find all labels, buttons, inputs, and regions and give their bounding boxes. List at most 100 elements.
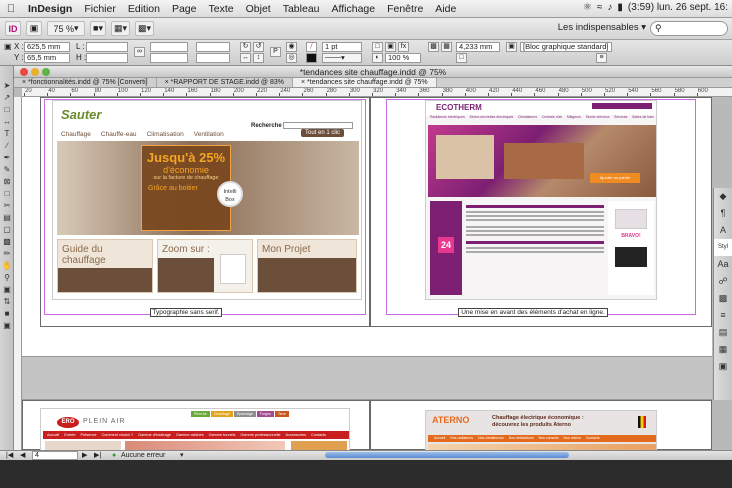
page-number-field[interactable]: 4 bbox=[32, 451, 78, 460]
flip-v-icon[interactable]: ↕ bbox=[253, 53, 264, 63]
scale-y-field[interactable] bbox=[150, 53, 188, 63]
first-page-icon[interactable]: |◀ bbox=[6, 451, 13, 460]
line-tool-icon[interactable]: ∕ bbox=[1, 140, 13, 151]
tab-rapport[interactable]: × *RAPPORT DE STAGE.indd @ 83% bbox=[157, 78, 293, 87]
plein-air-website-image[interactable]: ERO PLEIN AIR Plein Air Chauffage Épanda… bbox=[40, 408, 350, 456]
preflight-status[interactable]: Aucune erreur bbox=[121, 451, 165, 460]
flip-h-icon[interactable]: ↔ bbox=[240, 53, 251, 63]
menu-affichage[interactable]: Affichage bbox=[326, 3, 382, 15]
zoom-window-icon[interactable] bbox=[42, 68, 50, 76]
constrain-proportions-icon[interactable]: ∞ bbox=[134, 47, 145, 57]
menu-fichier[interactable]: Fichier bbox=[78, 3, 122, 15]
object-style-icon[interactable]: ▣ bbox=[506, 42, 517, 52]
paragraph-panel-icon[interactable]: ¶ bbox=[714, 205, 732, 222]
apple-icon[interactable]:  bbox=[0, 3, 22, 15]
wrap-box-icon[interactable]: ▣ bbox=[385, 42, 396, 52]
menu-tableau[interactable]: Tableau bbox=[277, 3, 326, 15]
effects-icon[interactable]: fx bbox=[398, 42, 409, 52]
arrange-icon[interactable]: ▩▾ bbox=[135, 21, 155, 36]
select-container-icon[interactable]: ◉ bbox=[286, 42, 297, 52]
menu-objet[interactable]: Objet bbox=[240, 3, 277, 15]
hand-tool-icon[interactable]: ✋ bbox=[1, 260, 13, 271]
minimize-window-icon[interactable] bbox=[31, 68, 39, 76]
page-tool-icon[interactable]: □ bbox=[1, 104, 13, 115]
zoom-tool-icon[interactable]: ⚲ bbox=[1, 272, 13, 283]
eyedropper-tool-icon[interactable]: ✏ bbox=[1, 248, 13, 259]
corner-size-field[interactable]: 4,233 mm bbox=[456, 42, 500, 52]
bluetooth-icon[interactable]: ⚛ bbox=[583, 2, 592, 13]
panel-menu-icon[interactable]: ≡ bbox=[596, 53, 607, 63]
rectangle-tool-icon[interactable]: □ bbox=[1, 188, 13, 199]
volume-icon[interactable]: ♪ bbox=[607, 2, 612, 13]
free-transform-tool-icon[interactable]: ▤ bbox=[1, 212, 13, 223]
rotation-field[interactable] bbox=[196, 42, 230, 52]
type-tool-icon[interactable]: T bbox=[1, 128, 13, 139]
align-frame-icon[interactable]: ▩ bbox=[428, 42, 439, 52]
fill-stroke-icon[interactable]: ▣ bbox=[1, 284, 13, 295]
horizontal-ruler[interactable]: 20 40 60 80 100 120 140 160 180 200 220 240 260 280 30… bbox=[22, 88, 732, 97]
menu-page[interactable]: Page bbox=[166, 3, 203, 15]
bridge-icon[interactable]: ▣ bbox=[26, 21, 42, 36]
last-page-icon[interactable]: ▶| bbox=[94, 451, 101, 460]
effects-panel-icon[interactable]: ▣ bbox=[714, 358, 732, 375]
pencil-tool-icon[interactable]: ✎ bbox=[1, 164, 13, 175]
app-logo-icon[interactable]: ID bbox=[5, 21, 21, 36]
opacity-field[interactable]: 100 % bbox=[385, 53, 421, 63]
workspace-select[interactable]: Les indispensables ▾ bbox=[558, 22, 646, 33]
menu-edition[interactable]: Edition bbox=[122, 3, 166, 15]
horizontal-scrollbar-thumb[interactable] bbox=[325, 452, 569, 458]
caption-left[interactable]: Typographie sans serif. bbox=[150, 308, 222, 317]
preflight-menu-icon[interactable]: ▾ bbox=[180, 451, 184, 460]
pen-tool-icon[interactable]: ✒ bbox=[1, 152, 13, 163]
pages-panel-icon[interactable]: ◆ bbox=[714, 188, 732, 205]
vertical-ruler[interactable] bbox=[14, 97, 22, 450]
y-field[interactable]: 65,5 mm bbox=[24, 53, 70, 63]
stroke-type-select[interactable]: ───▾ bbox=[322, 53, 362, 63]
tab-tendances[interactable]: × *tendances site chauffage.indd @ 75% bbox=[292, 78, 437, 87]
note-tool-icon[interactable]: ▩ bbox=[1, 236, 13, 247]
direct-selection-tool-icon[interactable]: ↗ bbox=[1, 92, 13, 103]
app-menu[interactable]: InDesign bbox=[22, 3, 78, 15]
fill-swatch-icon[interactable]: ⧸ bbox=[306, 42, 317, 52]
styles-panel-icon[interactable]: Styl bbox=[714, 239, 732, 256]
selection-tool-icon[interactable]: ➤ bbox=[1, 80, 13, 91]
next-page-icon[interactable]: ▶ bbox=[82, 451, 87, 460]
sauter-website-image[interactable]: Sauter Recherche Chauffage Chauffe-eau C… bbox=[52, 100, 362, 300]
swap-colors-icon[interactable]: ⇅ bbox=[1, 296, 13, 307]
scale-x-field[interactable] bbox=[150, 42, 188, 52]
battery-icon[interactable]: ▮ bbox=[617, 2, 623, 13]
apply-color-icon[interactable]: ■ bbox=[1, 308, 13, 319]
caption-right[interactable]: Une mise en avant des éléments d'achat e… bbox=[458, 308, 608, 317]
fit-frame-icon[interactable]: ▦ bbox=[441, 42, 452, 52]
links-panel-icon[interactable]: ☍ bbox=[714, 273, 732, 290]
frame-type-icon[interactable]: □ bbox=[456, 53, 467, 63]
swatches-panel-icon[interactable]: ▩ bbox=[714, 290, 732, 307]
view-mode-icon[interactable]: ▣ bbox=[1, 320, 13, 331]
screen-mode-icon[interactable]: ▦▾ bbox=[111, 21, 131, 36]
width-field[interactable] bbox=[86, 42, 128, 52]
menu-aide[interactable]: Aide bbox=[429, 3, 462, 15]
layers-panel-icon[interactable]: ▤ bbox=[714, 324, 732, 341]
gap-tool-icon[interactable]: ↔ bbox=[1, 116, 13, 127]
prev-page-icon[interactable]: ◀ bbox=[20, 451, 25, 460]
wifi-icon[interactable]: ≈ bbox=[597, 2, 603, 13]
close-window-icon[interactable] bbox=[20, 68, 28, 76]
reference-point-icon[interactable]: ▣ bbox=[4, 42, 12, 51]
clock-text[interactable]: (3:59) lun. 26 sept. 16: bbox=[628, 2, 728, 13]
opacity-icon[interactable]: ◐ bbox=[372, 53, 383, 63]
stroke-panel-icon[interactable]: ≡ bbox=[714, 307, 732, 324]
rectangle-frame-tool-icon[interactable]: ⊠ bbox=[1, 176, 13, 187]
select-content-icon[interactable]: ◎ bbox=[286, 53, 297, 63]
object-style-select[interactable]: [Bloc graphique standard] bbox=[520, 42, 612, 52]
stroke-weight-field[interactable]: 1 pt bbox=[322, 42, 362, 52]
scissors-tool-icon[interactable]: ✂ bbox=[1, 200, 13, 211]
rotate-cw-icon[interactable]: ↻ bbox=[240, 42, 251, 52]
color-panel-icon[interactable]: ▦ bbox=[714, 341, 732, 358]
zoom-select[interactable]: 75 % ▾ bbox=[47, 21, 85, 36]
paragraph-icon[interactable]: P bbox=[270, 47, 281, 57]
gradient-tool-icon[interactable]: ▢ bbox=[1, 224, 13, 235]
glyphs-panel-icon[interactable]: Aa bbox=[714, 256, 732, 273]
character-panel-icon[interactable]: A bbox=[714, 222, 732, 239]
help-search-input[interactable]: ⚲ bbox=[650, 21, 728, 36]
stroke-swatch-icon[interactable]: ■ bbox=[306, 53, 317, 63]
